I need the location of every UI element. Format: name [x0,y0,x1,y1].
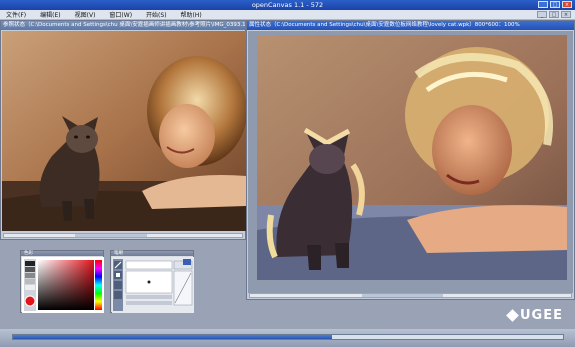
source-horizontal-scrollbar[interactable] [3,233,243,238]
ugee-logo: UGEE [506,308,563,323]
menu-window[interactable]: 窗口(W) [109,10,132,19]
app-titlebar: openCanvas 1.1 - 572 _ □ × [0,0,575,10]
maximize-icon[interactable]: □ [550,1,560,8]
color-picker[interactable] [22,257,104,313]
brush-settings[interactable] [112,257,194,313]
painting-horizontal-scrollbar[interactable] [249,293,572,298]
painting-canvas[interactable] [257,35,567,280]
color-panel: 色彩 [20,250,104,313]
source-window-title: 参照状态（C:\Documents and Settings\chu 桌面\安霆… [1,21,245,30]
menu-start[interactable]: 开始(S) [146,10,167,19]
ugee-diamond-icon [506,309,519,322]
brush-panel: 笔刷 [110,250,194,313]
pen-icon [114,261,122,269]
menu-help[interactable]: 帮助(H) [181,10,202,19]
menu-bar: 文件(F) 编辑(E) 视图(V) 窗口(W) 开始(S) 帮助(H) _ □ … [0,10,575,20]
painting-window[interactable]: 属性状态（C:\Documents and Settings\chu\桌面\安霆… [246,20,575,300]
eraser-icon [114,271,122,279]
playback-progress-bar[interactable] [12,334,564,340]
progress-fill [13,335,332,339]
close-icon[interactable]: × [562,1,572,8]
scroll-thumb[interactable] [362,294,443,297]
ugee-logo-text: UGEE [520,308,563,323]
reference-photo [2,31,246,231]
doc-restore-icon[interactable]: □ [549,11,559,18]
bottom-bar [0,329,575,347]
color-panel-title: 色彩 [21,251,103,256]
minimize-icon[interactable]: _ [538,1,548,8]
menu-edit[interactable]: 编辑(E) [40,10,60,19]
menu-view[interactable]: 视图(V) [75,10,96,19]
brush-panel-title: 笔刷 [111,251,193,256]
source-window[interactable]: 参照状态（C:\Documents and Settings\chu 桌面\安霆… [0,20,246,240]
menu-file[interactable]: 文件(F) [6,10,26,19]
doc-close-icon[interactable]: × [561,11,571,18]
doc-minimize-icon[interactable]: _ [537,11,547,18]
painting-window-title: 属性状态（C:\Documents and Settings\chu\桌面\安霆… [247,21,574,30]
scroll-thumb[interactable] [75,234,147,237]
app-title: openCanvas 1.1 - 572 [251,1,324,9]
